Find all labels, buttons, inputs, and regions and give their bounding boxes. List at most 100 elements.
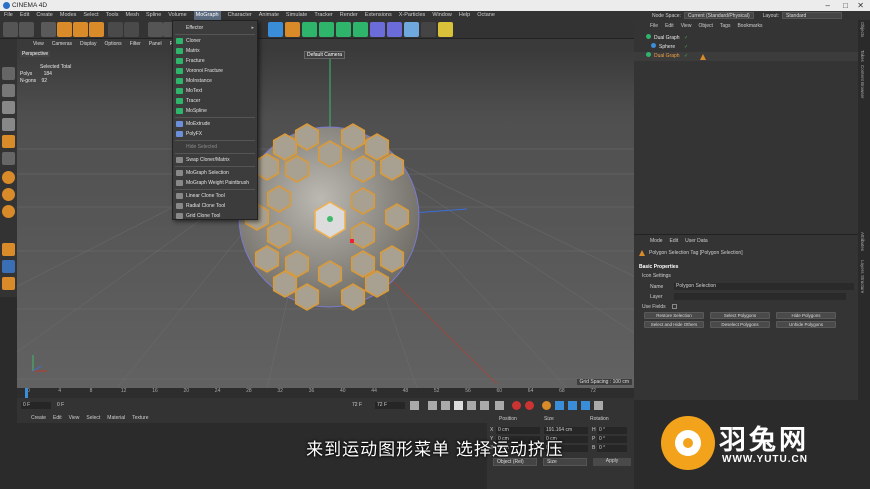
visibility-check-icon[interactable]: ✓ xyxy=(684,34,688,43)
live-select-icon[interactable] xyxy=(41,22,56,37)
right-tab-attributes[interactable]: Attributes xyxy=(860,232,865,251)
workplane-icon[interactable] xyxy=(2,188,15,201)
rotation-field[interactable]: 0 ° xyxy=(597,427,627,434)
deselect-polygons-button[interactable]: Deselect Polygons xyxy=(710,321,770,328)
axis-handle[interactable] xyxy=(327,216,333,222)
rotate-icon[interactable] xyxy=(89,22,104,37)
material-menu-view[interactable]: View xyxy=(69,415,80,421)
layer-field[interactable] xyxy=(674,293,846,300)
snap-icon[interactable] xyxy=(2,171,15,184)
current-frame-field[interactable]: 0 F xyxy=(57,402,64,408)
max-frame-field[interactable]: 72 F xyxy=(375,402,405,409)
menu-select[interactable]: Select xyxy=(83,11,98,20)
menu-mesh[interactable]: Mesh xyxy=(126,11,139,20)
mograph-item-polyfx[interactable]: PolyFX xyxy=(174,129,257,139)
timeline[interactable]: 0 4 8 12 16 20 24 28 32 36 40 44 48 52 56 60 64 68 72 xyxy=(17,388,634,398)
next-frame-icon[interactable] xyxy=(467,401,476,410)
menu-tools[interactable]: Tools xyxy=(106,11,119,20)
object-menu-tags[interactable]: Tags xyxy=(720,23,731,32)
mograph-item-linear-clone-tool[interactable]: Linear Clone Tool xyxy=(174,191,257,201)
menu-create[interactable]: Create xyxy=(36,11,53,20)
mograph-item-swap-cloner-matrix[interactable]: Swap Cloner/Matrix xyxy=(174,155,257,165)
right-tab-objects[interactable]: Objects xyxy=(860,22,865,37)
key-rotation-icon[interactable] xyxy=(581,401,590,410)
restore-selection-button[interactable]: Restore Selection xyxy=(644,312,704,319)
material-menu-material[interactable]: Material xyxy=(107,415,125,421)
render-icon[interactable] xyxy=(285,22,300,37)
make-editable-icon[interactable] xyxy=(2,67,15,80)
menu-spline[interactable]: Spline xyxy=(146,11,161,20)
select-and-hide-others-button[interactable]: Select and Hide Others xyxy=(644,321,704,328)
texture-icon[interactable] xyxy=(2,277,15,290)
menu-modes[interactable]: Modes xyxy=(60,11,77,20)
mograph-item-radial-clone-tool[interactable]: Radial Clone Tool xyxy=(174,201,257,211)
points-mode-icon[interactable] xyxy=(2,101,15,114)
menu-window[interactable]: Window xyxy=(432,11,452,20)
deformer-icon[interactable] xyxy=(319,22,334,37)
axis-mode-icon[interactable] xyxy=(2,152,15,165)
mograph-item-moinstance[interactable]: MoInstance xyxy=(174,76,257,86)
material-menu-texture[interactable]: Texture xyxy=(132,415,148,421)
next-key-icon[interactable] xyxy=(480,401,489,410)
attr-menu-user-data[interactable]: User Data xyxy=(685,238,708,247)
solo-icon[interactable] xyxy=(2,205,15,218)
go-end-icon[interactable] xyxy=(495,401,504,410)
lock-icon[interactable] xyxy=(2,260,15,273)
render-view-icon[interactable] xyxy=(268,22,283,37)
autokey-icon[interactable] xyxy=(525,401,534,410)
viewport-menu-cameras[interactable]: Cameras xyxy=(52,41,72,47)
menu-extensions[interactable]: Extensions xyxy=(365,11,392,20)
right-tab-content-browser[interactable]: Content Browser xyxy=(860,65,865,99)
unhide-polygons-button[interactable]: Unhide Polygons xyxy=(776,321,836,328)
object-menu-object[interactable]: Object xyxy=(698,23,712,32)
playhead[interactable] xyxy=(25,388,28,398)
object-row[interactable]: Dual Graph ✓ xyxy=(634,34,858,43)
hide-polygons-button[interactable]: Hide Polygons xyxy=(776,312,836,319)
right-tab-takes[interactable]: Takes xyxy=(860,50,865,62)
camera-label[interactable]: Default Camera xyxy=(304,51,346,59)
mograph-toolbar-icon[interactable] xyxy=(353,22,368,37)
material-menu-select[interactable]: Select xyxy=(86,415,100,421)
viewport-menu-view[interactable]: View xyxy=(33,41,44,47)
layout-select[interactable]: Standard xyxy=(782,12,843,19)
record-icon[interactable] xyxy=(512,401,521,410)
menu-edit[interactable]: Edit xyxy=(20,11,29,20)
floor-icon[interactable] xyxy=(387,22,402,37)
start-frame-field[interactable]: 0 F xyxy=(21,402,51,409)
redo-icon[interactable] xyxy=(19,22,34,37)
menu-character[interactable]: Character xyxy=(228,11,252,20)
menu-x-particles[interactable]: X-Particles xyxy=(399,11,426,20)
camera-icon[interactable] xyxy=(421,22,436,37)
play-icon[interactable] xyxy=(454,401,463,410)
prev-key-icon[interactable] xyxy=(428,401,437,410)
model-mode-icon[interactable] xyxy=(108,22,123,37)
grid-icon[interactable] xyxy=(404,22,419,37)
menu-mograph[interactable]: MoGraph xyxy=(193,11,221,20)
scene-icon[interactable] xyxy=(370,22,385,37)
cloner-toolbar-icon[interactable] xyxy=(336,22,351,37)
keyframe-icon[interactable] xyxy=(542,401,551,410)
scale-icon[interactable] xyxy=(73,22,88,37)
visibility-check-icon[interactable]: ✓ xyxy=(684,43,688,52)
viewport-menu-filter[interactable]: Filter xyxy=(130,41,141,47)
node-space-select[interactable]: Current (Standard/Physical) xyxy=(683,12,754,19)
go-start-icon[interactable] xyxy=(410,401,419,410)
material-menu-edit[interactable]: Edit xyxy=(53,415,62,421)
prev-frame-icon[interactable] xyxy=(441,401,450,410)
light-icon[interactable] xyxy=(438,22,453,37)
mograph-item-matrix[interactable]: Matrix xyxy=(174,46,257,56)
menu-simulate[interactable]: Simulate xyxy=(286,11,307,20)
use-fields-checkbox[interactable] xyxy=(672,304,677,309)
checker-icon[interactable] xyxy=(2,84,15,97)
menu-animate[interactable]: Animate xyxy=(259,11,279,20)
generator-icon[interactable] xyxy=(302,22,317,37)
object-row[interactable]: Sphere ✓ xyxy=(634,43,858,52)
mograph-item-tracer[interactable]: Tracer xyxy=(174,96,257,106)
menu-help[interactable]: Help xyxy=(459,11,470,20)
mograph-item-effector[interactable]: Effector ▸ xyxy=(174,23,257,33)
mograph-item-mograph-selection[interactable]: MoGraph Selection xyxy=(174,168,257,178)
mograph-item-cloner[interactable]: Cloner xyxy=(174,36,257,46)
right-tab-layers[interactable]: Layers xyxy=(860,260,865,274)
object-menu-bookmarks[interactable]: Bookmarks xyxy=(737,23,762,32)
name-field[interactable]: Polygon Selection xyxy=(674,283,854,290)
